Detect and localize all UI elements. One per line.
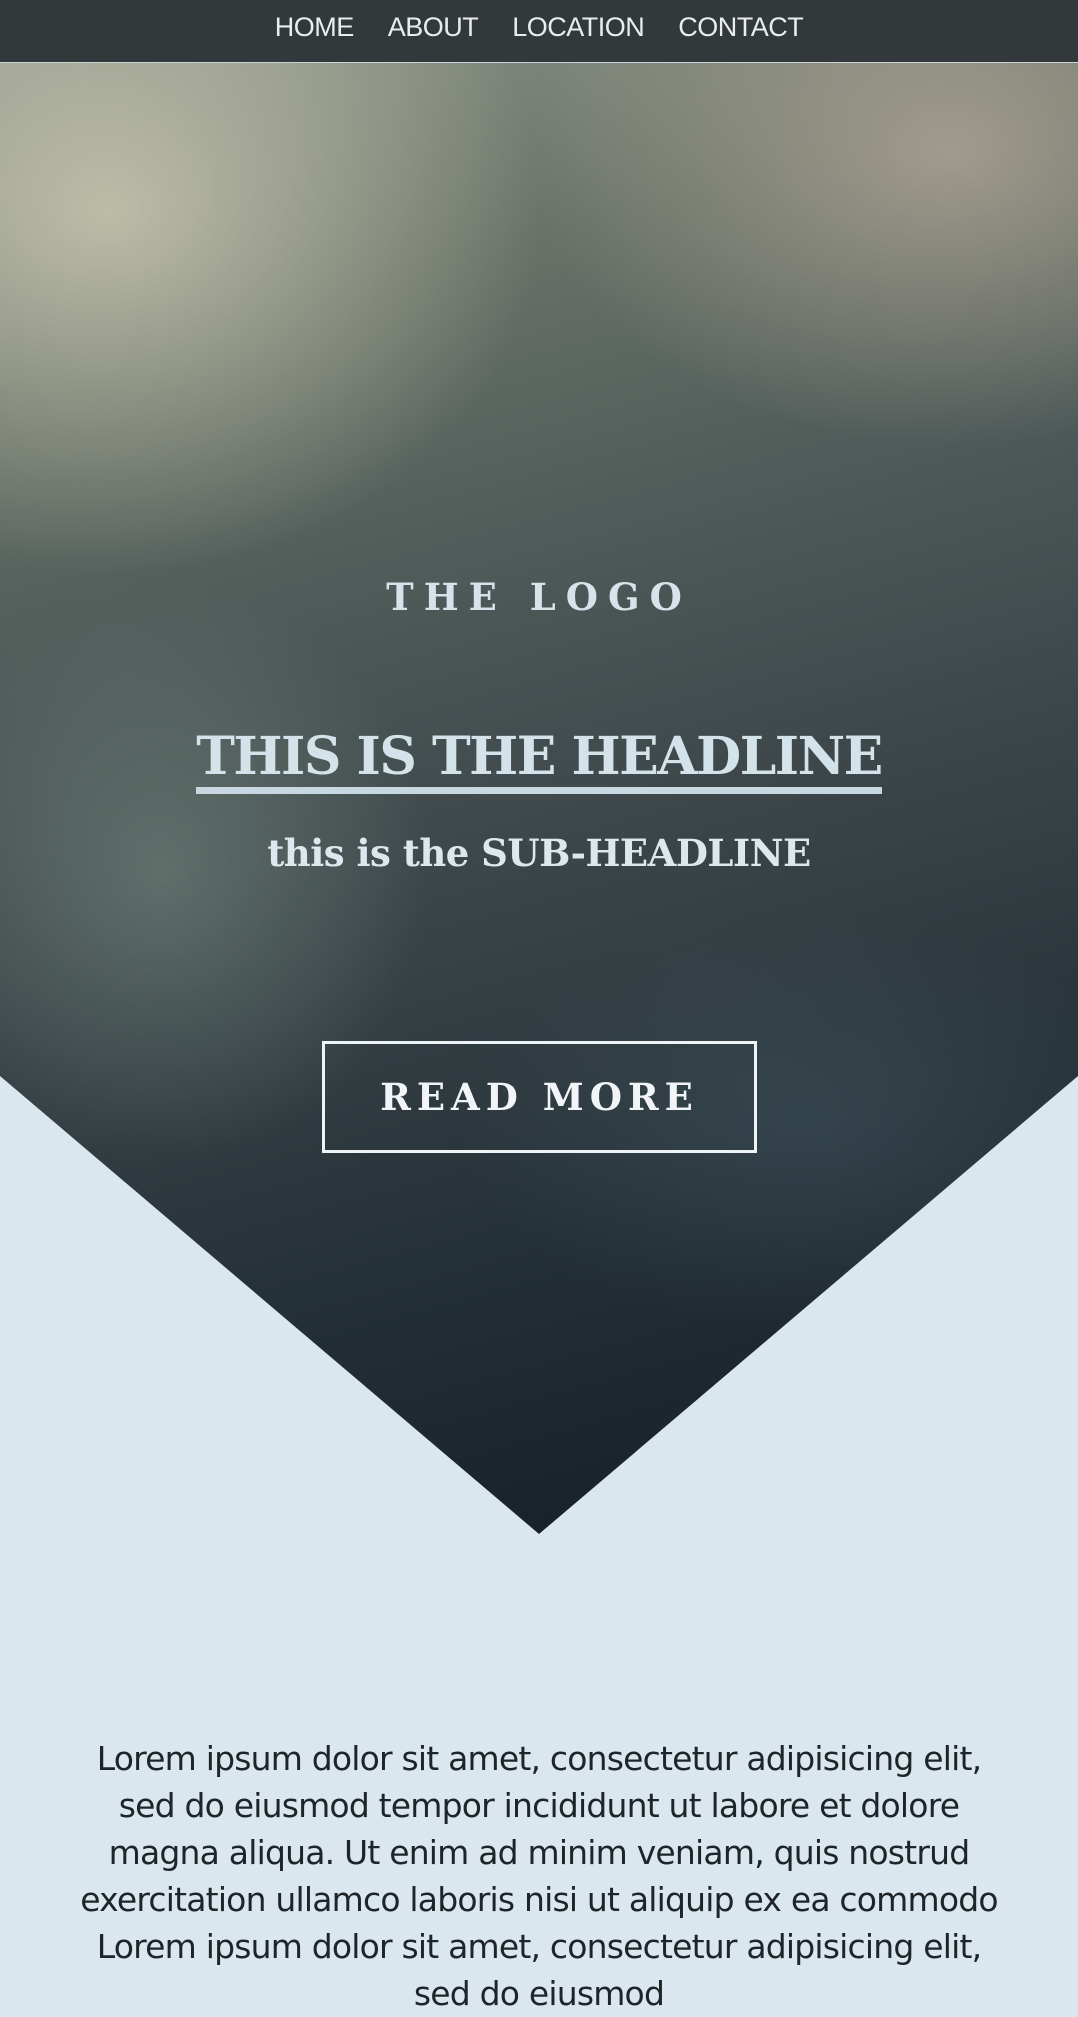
nav-link-home[interactable]: HOME xyxy=(275,12,355,43)
nav-link-contact[interactable]: CONTACT xyxy=(678,12,804,43)
hero-headline-wrapper: THIS IS THE HEADLINE xyxy=(0,731,1078,794)
site-logo: THE LOGO xyxy=(386,575,692,619)
hero-headline: THIS IS THE HEADLINE xyxy=(196,731,883,794)
hero-section: THE LOGO THIS IS THE HEADLINE this is th… xyxy=(0,63,1078,1534)
top-navigation: HOME ABOUT LOCATION CONTACT xyxy=(0,0,1078,63)
hero-subheadline: this is the SUB-HEADLINE xyxy=(267,831,811,875)
intro-paragraph: Lorem ipsum dolor sit amet, consectetur … xyxy=(80,1739,998,2013)
nav-link-about[interactable]: ABOUT xyxy=(388,12,479,43)
nav-link-location[interactable]: LOCATION xyxy=(512,12,645,43)
read-more-button[interactable]: READ MORE xyxy=(322,1041,757,1153)
